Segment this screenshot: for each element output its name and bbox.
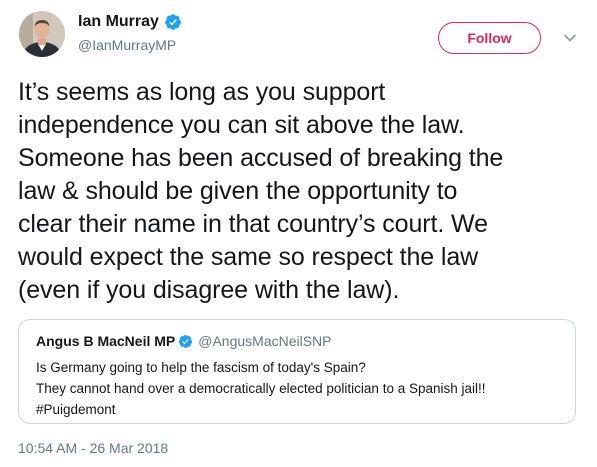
tweet-timestamp[interactable]: 10:54 AM - 26 Mar 2018 [18, 440, 168, 456]
quoted-author-handle: @AngusMacNeilSNP [198, 333, 332, 349]
tweet-text-line: would expect the same so respect the law [18, 243, 479, 271]
author-name-line[interactable]: Ian Murray [78, 13, 182, 31]
verified-badge-icon [165, 14, 181, 30]
profile-photo-icon [19, 11, 65, 57]
tweet-text-line: clear their name in that country’s court… [18, 210, 488, 238]
tweet-text: It’s seems as long as you support indepe… [18, 76, 588, 307]
tweet-card: Ian Murray @IanMurrayMP Follow It’s seem… [0, 0, 597, 467]
tweet-text-line: (even if you disagree with the law). [18, 276, 400, 304]
tweet-text-line: law & should be given the opportunity to [18, 177, 458, 205]
quoted-text-line: They cannot hand over a democratically e… [36, 381, 486, 396]
quoted-author-name: Angus B MacNeil MP [36, 333, 176, 349]
tweet-text-line: Someone has been accused of breaking the [18, 144, 504, 172]
verified-badge-icon [179, 334, 193, 348]
quoted-tweet-text: Is Germany going to help the fascism of … [36, 357, 486, 420]
quoted-tweet-header: Angus B MacNeil MP @AngusMacNeilSNP [36, 333, 332, 349]
tweet-text-line: It’s seems as long as you support [18, 78, 386, 106]
chevron-down-icon[interactable] [562, 30, 578, 46]
avatar[interactable] [19, 11, 65, 57]
tweet-text-line: independence you can sit above the law. [18, 111, 465, 139]
author-display-name[interactable]: Ian Murray [78, 13, 159, 31]
quoted-tweet[interactable]: Angus B MacNeil MP @AngusMacNeilSNP Is G… [18, 319, 576, 424]
author-handle[interactable]: @IanMurrayMP [78, 37, 176, 53]
quoted-text-line: Is Germany going to help the fascism of … [36, 360, 366, 375]
quoted-text-line: #Puigdemont [36, 402, 116, 417]
follow-button[interactable]: Follow [438, 22, 541, 54]
